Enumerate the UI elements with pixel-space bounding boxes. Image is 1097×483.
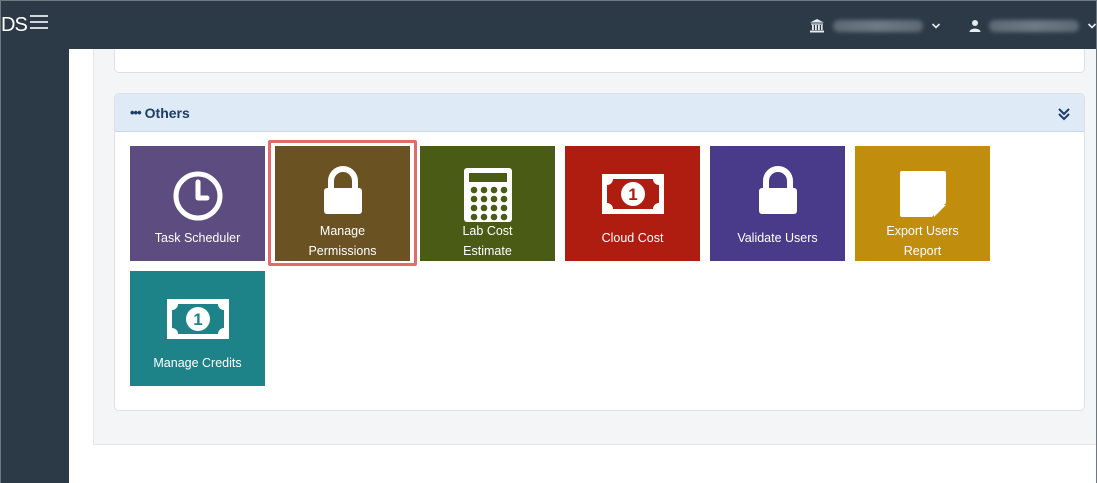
svg-text:1: 1 — [193, 310, 202, 329]
manage-credits-tile[interactable]: 1 Manage Credits — [130, 271, 265, 386]
user-menu[interactable] — [969, 16, 1097, 36]
money-icon: 1 — [601, 174, 664, 214]
task-scheduler-tile[interactable]: Task Scheduler — [130, 146, 265, 261]
tile-label: Manage Credits — [153, 356, 242, 370]
chevron-down-icon — [931, 23, 941, 29]
cloud-cost-tile[interactable]: 1 Cloud Cost — [565, 146, 700, 261]
organization-name-redacted — [833, 20, 923, 32]
user-icon — [969, 20, 981, 32]
lock-icon — [323, 166, 362, 214]
document-icon — [899, 171, 946, 217]
tile-label-line-2: Report — [903, 244, 942, 258]
lab-cost-estimate-tile[interactable]: Lab Cost Estimate — [420, 146, 555, 261]
tile-label: Task Scheduler — [154, 231, 241, 245]
tile-label: Cloud Cost — [601, 231, 664, 245]
hamburger-menu-icon[interactable] — [30, 15, 48, 29]
double-chevron-down-icon[interactable] — [1056, 106, 1072, 122]
tile-label-line-1: Lab Cost — [462, 224, 513, 238]
tile-label-line-2: Estimate — [463, 244, 512, 258]
others-section-header[interactable]: ••• Others — [115, 94, 1084, 132]
top-navbar: DS — [1, 1, 1097, 49]
svg-text:1: 1 — [628, 185, 637, 204]
lock-icon — [758, 166, 797, 214]
validate-users-tile[interactable]: Validate Users — [710, 146, 845, 261]
section-title: Others — [144, 104, 190, 121]
institution-icon — [810, 19, 824, 33]
money-icon: 1 — [166, 299, 229, 339]
tile-label: Validate Users — [737, 231, 818, 245]
tile-label-line-2: Permissions — [308, 244, 377, 258]
tile-label-line-1: Export Users — [886, 224, 959, 238]
ellipsis-icon: ••• — [130, 105, 142, 120]
tile-label-line-1: Manage — [319, 224, 366, 238]
organization-menu[interactable] — [809, 16, 941, 36]
export-users-report-tile[interactable]: Export Users Report — [855, 146, 990, 261]
clock-icon — [173, 171, 222, 221]
previous-section-card — [114, 49, 1085, 73]
chevron-down-icon — [1087, 23, 1097, 29]
sidebar — [1, 49, 69, 483]
logo[interactable]: DS — [1, 14, 28, 37]
calculator-icon — [463, 168, 512, 222]
manage-permissions-tile[interactable]: Manage Permissions — [275, 146, 410, 261]
user-name-redacted — [989, 20, 1079, 32]
